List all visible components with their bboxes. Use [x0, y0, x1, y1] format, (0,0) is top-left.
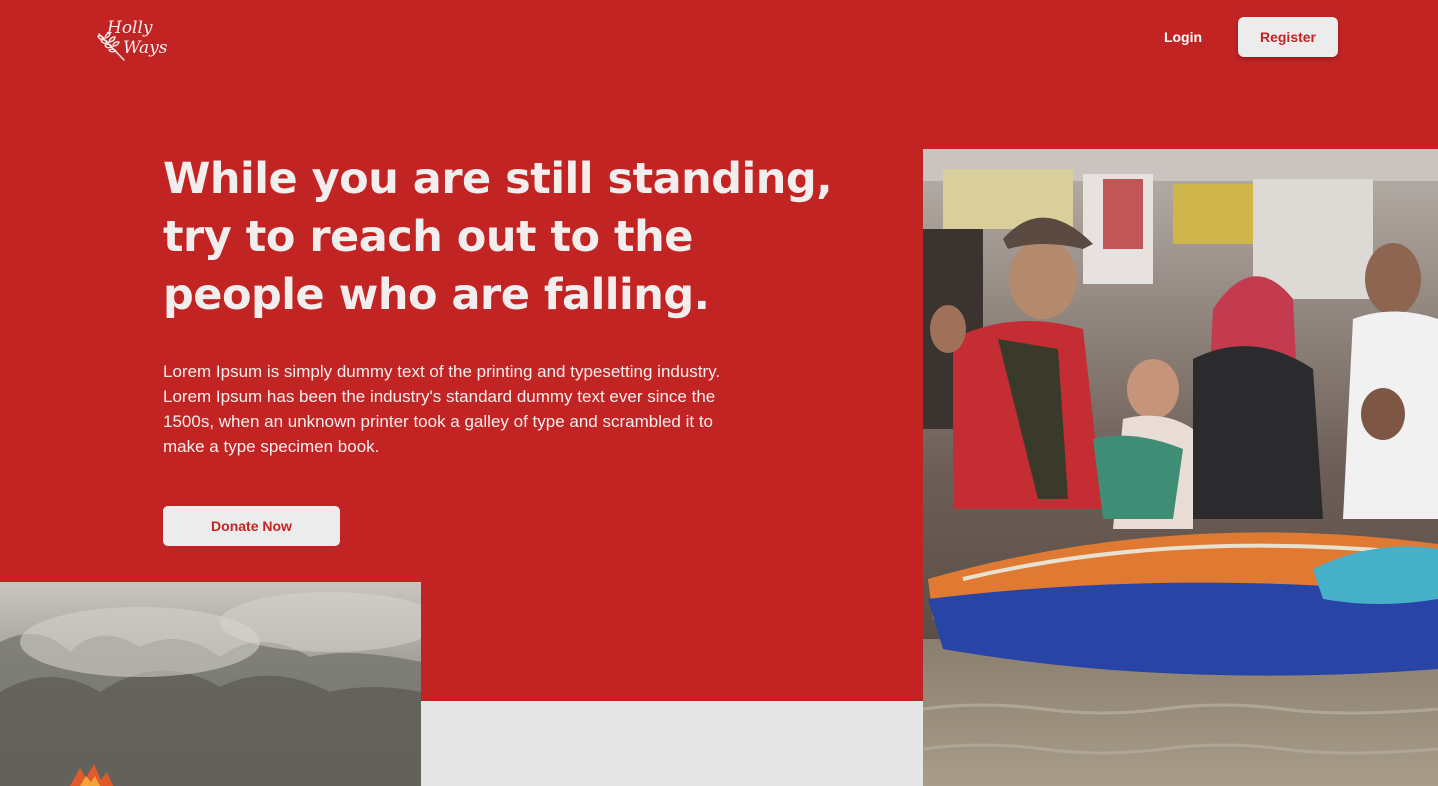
hero-headline: While you are still standing, try to rea…	[163, 154, 833, 320]
register-button[interactable]: Register	[1238, 17, 1338, 57]
logo-text-ways: Ways	[123, 38, 168, 58]
flood-rescue-photo	[923, 149, 1438, 786]
login-button[interactable]: Login	[1148, 17, 1218, 57]
donate-now-button[interactable]: Donate Now	[163, 506, 340, 546]
brand-logo[interactable]: Holly Ways	[96, 16, 168, 64]
forest-fire-photo	[0, 582, 421, 786]
logo-text-holly: Holly	[107, 18, 153, 38]
hero-description: Lorem Ipsum is simply dummy text of the …	[163, 362, 721, 456]
